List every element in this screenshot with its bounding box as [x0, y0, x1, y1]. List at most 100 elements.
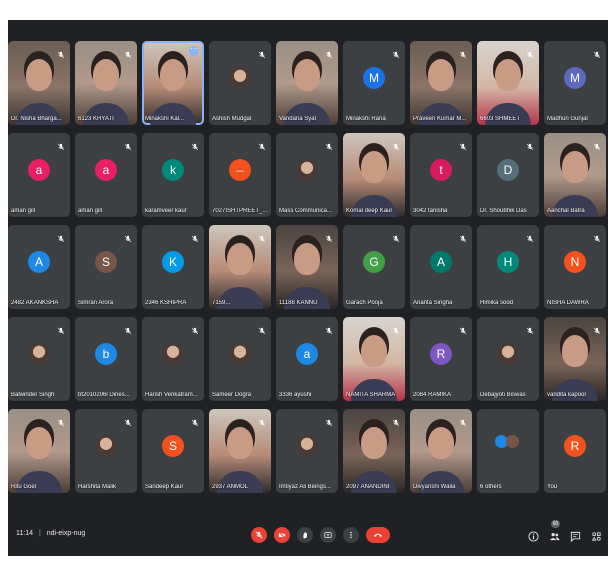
raise-hand-button[interactable] [297, 527, 313, 543]
participant-tile[interactable]: b bt2010206l Dines... [75, 317, 137, 401]
participant-tile[interactable]: 6603 SHMEET [477, 41, 539, 125]
chat-button[interactable] [570, 529, 581, 543]
participant-tile[interactable]: Ashish Mudgal [209, 41, 271, 125]
participant-tile[interactable]: S Sandeep Kaur [142, 409, 204, 493]
participant-name: karamveer kaur [145, 208, 187, 214]
muted-mic-icon [459, 138, 467, 151]
participant-tile[interactable]: a 3336 ayushi [276, 317, 338, 401]
participant-tile[interactable]: Dr. Nisha Bharga... [8, 41, 70, 125]
participant-tile[interactable]: M Minakshi Rana [343, 41, 405, 125]
participant-name: 2084 RAMIKA [413, 392, 452, 398]
letter-avatar: M [564, 67, 586, 89]
participant-tile[interactable]: Balwinder Singh [8, 317, 70, 401]
participant-tile[interactable]: t 3042 tanisha [410, 133, 472, 217]
letter-avatar: A [430, 251, 452, 273]
participant-tile[interactable]: k karamveer kaur [142, 133, 204, 217]
participant-tile[interactable]: 2937 ANMOL [209, 409, 271, 493]
participant-tile[interactable]: G Garach Pooja [343, 225, 405, 309]
participant-tile[interactable]: D Dr. Shoubhik Das [477, 133, 539, 217]
separator: | [38, 530, 41, 537]
muted-mic-icon [325, 230, 333, 243]
muted-mic-icon [593, 138, 601, 151]
more-options-button[interactable] [343, 527, 359, 543]
participant-tile[interactable]: S Simran Arora [75, 225, 137, 309]
letter-avatar: t [430, 159, 452, 181]
letter-avatar: S [162, 435, 184, 457]
camera-off-icon [278, 531, 286, 539]
participant-name: Dr. Shoubhik Das [480, 208, 527, 214]
muted-mic-icon [124, 46, 132, 59]
meeting-details-button[interactable] [528, 529, 539, 542]
participant-tile[interactable]: 6 others [477, 409, 539, 493]
muted-mic-icon [392, 414, 400, 427]
participant-name: 2937 ANMOL [212, 484, 249, 490]
raise-hand-icon [303, 532, 307, 539]
participant-name: Aanchal Batra [547, 208, 585, 214]
participant-name: bt2010206l Dines... [78, 392, 130, 398]
participant-tile[interactable]: 6123 KHYATI [75, 41, 137, 125]
letter-avatar: N [564, 251, 586, 273]
participant-tile[interactable]: vandita kapoor [544, 317, 606, 401]
participant-tile[interactable]: Divyanshi Walia [410, 409, 472, 493]
muted-mic-icon [124, 414, 132, 427]
participant-tile[interactable]: R You [544, 409, 606, 493]
muted-mic-icon [191, 322, 199, 335]
participant-tile[interactable]: R 2084 RAMIKA [410, 317, 472, 401]
participant-name: vandita kapoor [547, 392, 587, 398]
muted-mic-icon [526, 322, 534, 335]
participant-tile[interactable]: 11188 KANNU [276, 225, 338, 309]
people-button[interactable]: 60 [549, 520, 560, 541]
participant-tile[interactable]: NAMITA SHARMA [343, 317, 405, 401]
present-screen-icon [324, 532, 332, 538]
muted-mic-icon [526, 138, 534, 151]
more-dots-icon[interactable]: ⋯ [189, 46, 199, 56]
participant-video [227, 243, 253, 275]
participant-tile[interactable]: a aman gill [75, 133, 137, 217]
participant-tile[interactable]: a aman gill [8, 133, 70, 217]
participant-tile[interactable]: K 2346 KSHIPRA [142, 225, 204, 309]
participant-tile[interactable]: A 2482 AKANKSHA [8, 225, 70, 309]
participant-tile[interactable]: Harish Venkatram... [142, 317, 204, 401]
muted-mic-icon [593, 230, 601, 243]
info-icon [528, 531, 539, 542]
present-button[interactable] [320, 527, 336, 543]
muted-mic-icon [191, 414, 199, 427]
people-icon [549, 533, 560, 541]
mic-toggle-button[interactable] [251, 527, 267, 543]
muted-mic-icon [526, 230, 534, 243]
activities-button[interactable] [591, 529, 602, 541]
meeting-time: 11:14 [16, 530, 33, 537]
participant-name: You [547, 484, 558, 490]
participant-tile[interactable]: Harshita Malik [75, 409, 137, 493]
participant-tile[interactable]: 7159... [209, 225, 271, 309]
participant-tile[interactable]: Vandana Syal [276, 41, 338, 125]
participant-tile[interactable]: Mass Communica... [276, 133, 338, 217]
participant-tile[interactable]: Debajyoti Biswas [477, 317, 539, 401]
participant-tile[interactable]: Aanchal Batra [544, 133, 606, 217]
end-call-button[interactable] [366, 527, 390, 543]
participant-tile[interactable]: Imtiyaz Ali Beings... [276, 409, 338, 493]
participant-tile[interactable]: – 7027ISHTPREET_... [209, 133, 271, 217]
camera-toggle-button[interactable] [274, 527, 290, 543]
participant-tile[interactable]: 2097 ANANDINI [343, 409, 405, 493]
participant-tile[interactable]: H Himika sood [477, 225, 539, 309]
participant-tile[interactable]: A Ananta Singha [410, 225, 472, 309]
participant-tile[interactable]: Praveen Kumar M... [410, 41, 472, 125]
profile-photo-avatar [296, 435, 318, 457]
muted-mic-icon [258, 138, 266, 151]
participant-tile[interactable]: Sameer Dogra [209, 317, 271, 401]
participant-tile[interactable]: Ritu Goel [8, 409, 70, 493]
participant-tile[interactable]: N NISHA DAWRA [544, 225, 606, 309]
more-options-icon [350, 531, 352, 539]
participant-tile[interactable]: ⋯ Minakshi Kal... [142, 41, 204, 125]
participant-name: Ananta Singha [413, 300, 453, 306]
muted-mic-icon [459, 322, 467, 335]
right-panel-icons: 60 [528, 520, 602, 543]
participant-name: Himika sood [480, 300, 514, 306]
participant-name: Imtiyaz Ali Beings... [279, 484, 332, 490]
participant-tile[interactable]: Komal deep Kaur [343, 133, 405, 217]
participant-video [495, 59, 521, 91]
chat-icon [570, 531, 581, 543]
participant-video [294, 243, 320, 275]
participant-tile[interactable]: M Madhuri Gunjal [544, 41, 606, 125]
